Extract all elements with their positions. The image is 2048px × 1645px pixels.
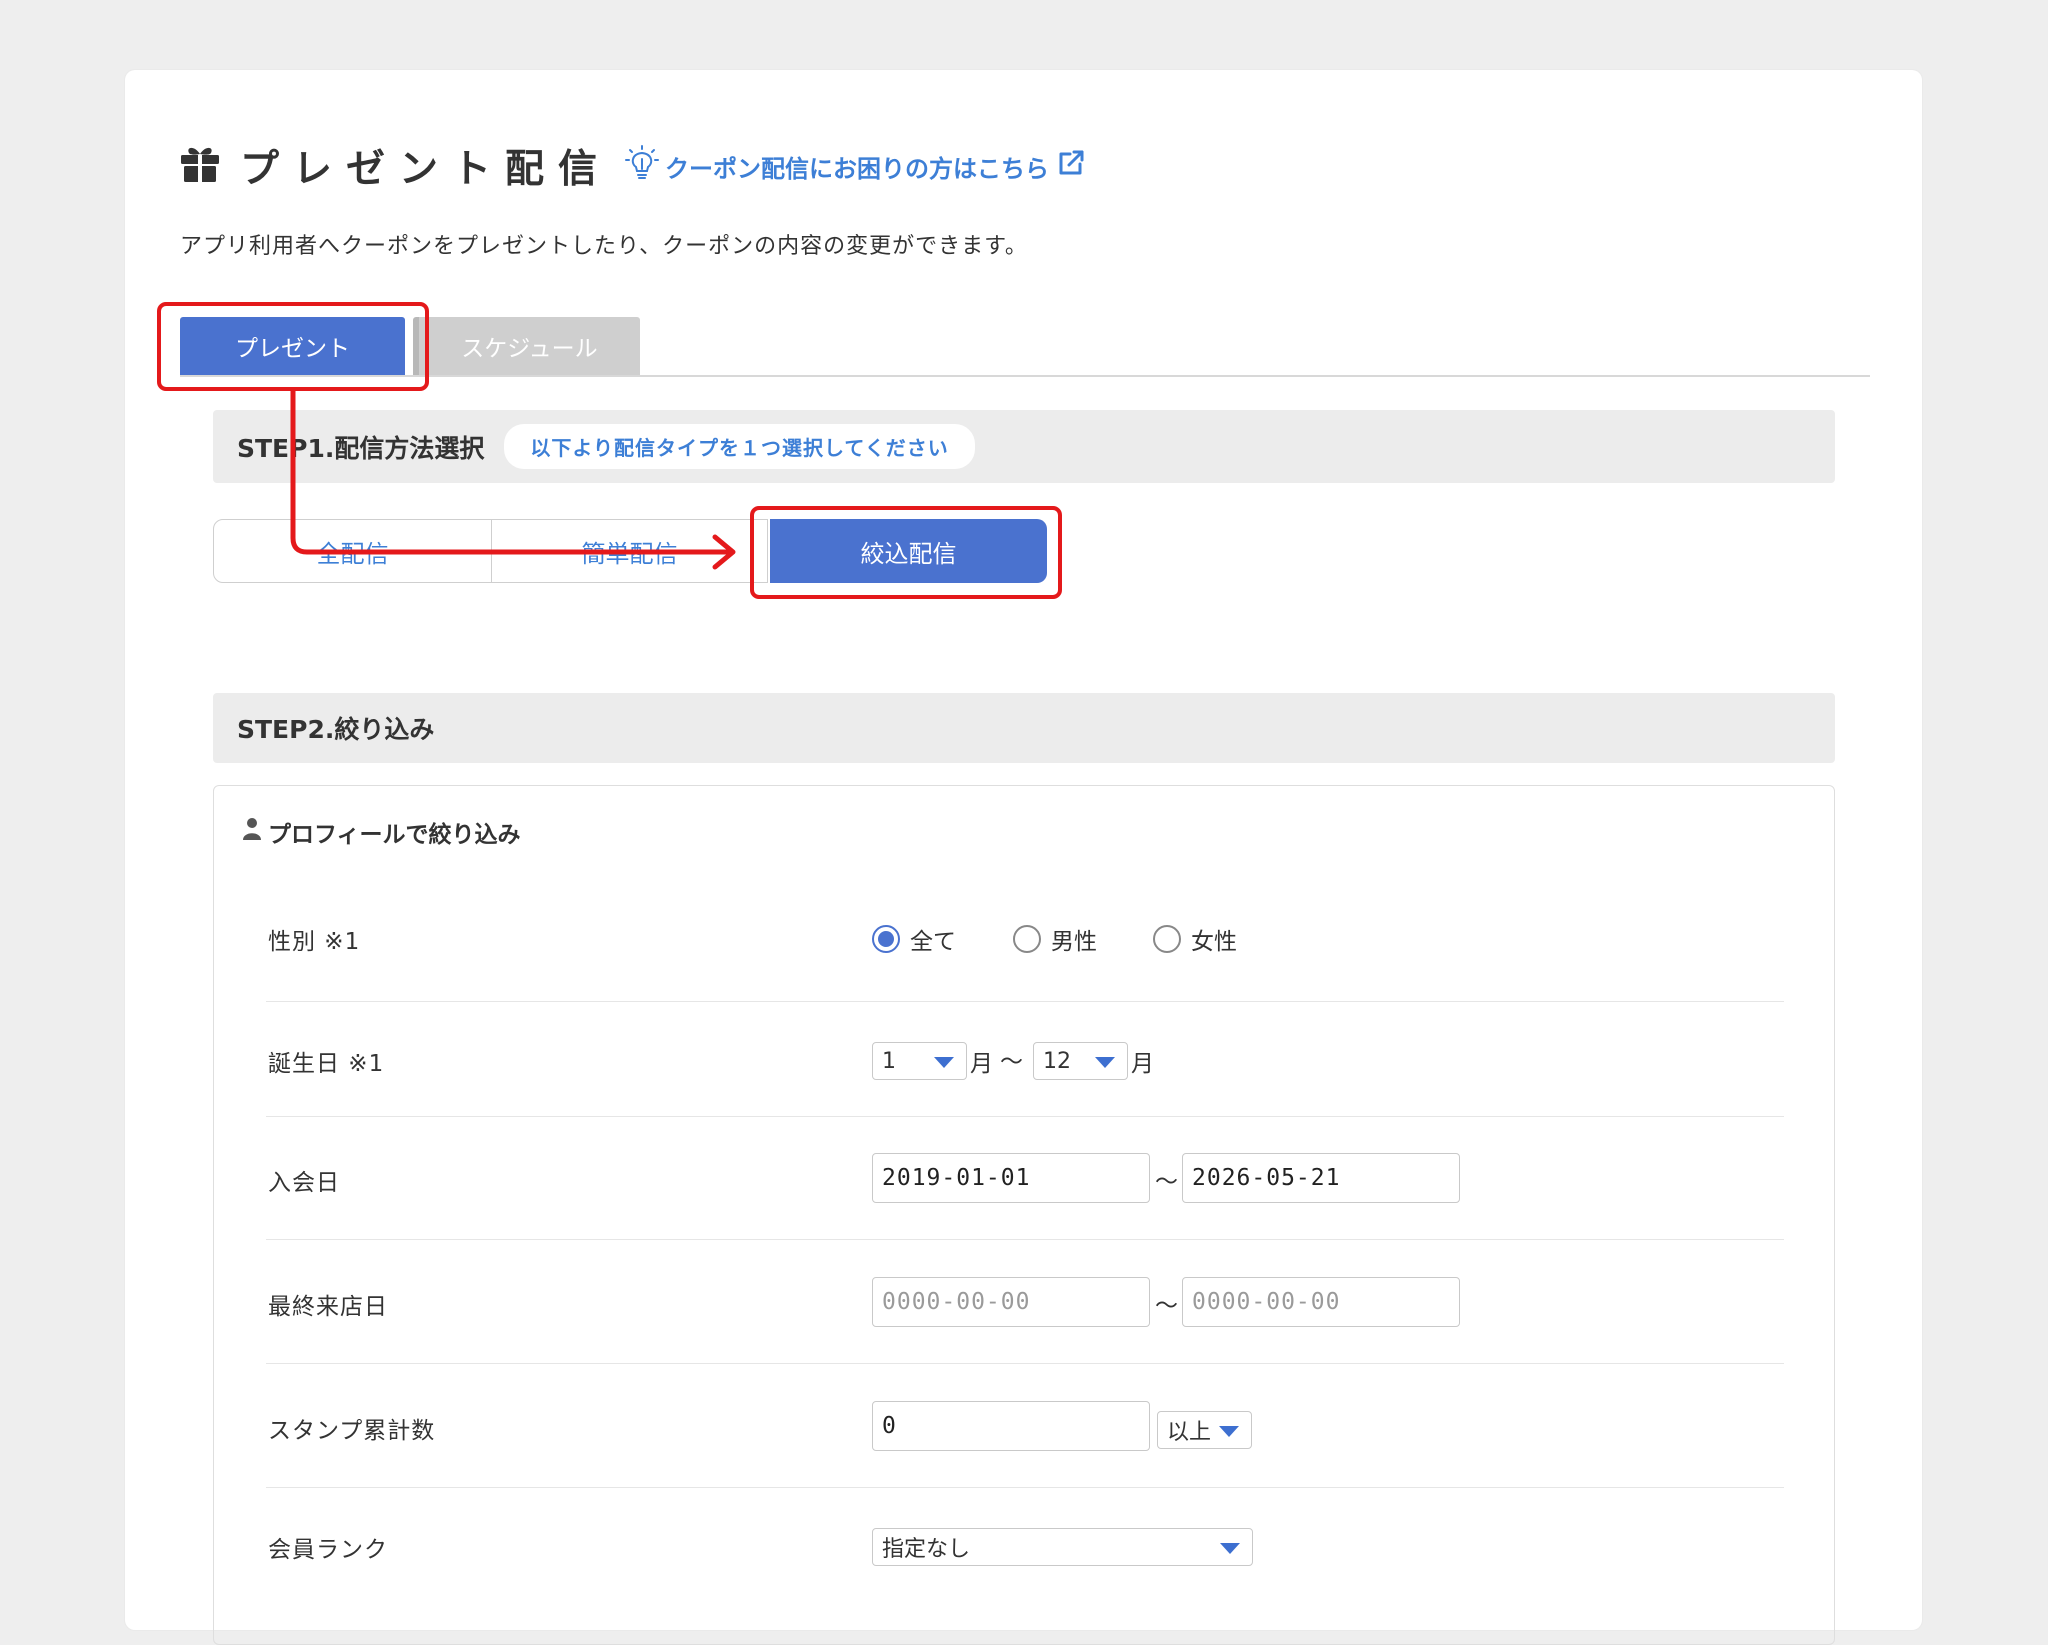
birthday-from-month: 月 [970, 1051, 993, 1077]
gender-radio-all[interactable]: 全て [872, 922, 956, 956]
row-divider [266, 1116, 1784, 1117]
step2-header: STEP2.絞り込み [213, 693, 1835, 763]
last-visit-label: 最終来店日 [268, 1294, 388, 1320]
gender-label: 性別 ※1 [268, 929, 361, 955]
chevron-down-icon [1219, 1426, 1239, 1437]
gender-radio-male[interactable]: 男性 [1013, 922, 1097, 956]
member-rank-label: 会員ランク [268, 1537, 388, 1563]
radio-unchecked-icon [1153, 925, 1181, 953]
last-visit-from-input[interactable]: 0000-00-00 [872, 1277, 1150, 1327]
profile-filter-panel [213, 785, 1835, 1645]
user-icon [242, 817, 262, 847]
last-visit-to-input[interactable]: 0000-00-00 [1182, 1277, 1460, 1327]
birthday-to-month: 月 [1131, 1051, 1154, 1077]
row-divider [266, 1363, 1784, 1364]
chevron-down-icon [934, 1057, 954, 1068]
stamp-condition-select[interactable]: 以上 [1157, 1411, 1252, 1449]
profile-filter-heading: プロフィールで絞り込み [242, 815, 521, 849]
birthday-to-select[interactable]: 12 [1033, 1042, 1128, 1080]
step2-title: STEP2.絞り込み [237, 715, 435, 744]
last-visit-range-sep: 〜 [1155, 1293, 1178, 1319]
stamp-total-label: スタンプ累計数 [268, 1418, 436, 1444]
stamp-total-input[interactable]: 0 [872, 1401, 1150, 1451]
radio-checked-icon [872, 925, 900, 953]
radio-unchecked-icon [1013, 925, 1041, 953]
row-divider [266, 1487, 1784, 1488]
gender-radio-female[interactable]: 女性 [1153, 922, 1237, 956]
join-date-to-input[interactable]: 2026-05-21 [1182, 1153, 1460, 1203]
member-rank-select[interactable]: 指定なし [872, 1528, 1253, 1566]
row-divider [266, 1239, 1784, 1240]
chevron-down-icon [1095, 1057, 1115, 1068]
join-date-from-input[interactable]: 2019-01-01 [872, 1153, 1150, 1203]
row-divider [266, 1001, 1784, 1002]
birthday-label: 誕生日 ※1 [268, 1051, 385, 1077]
profile-filter-title: プロフィールで絞り込み [268, 822, 521, 848]
birthday-range-sep: 〜 [1000, 1049, 1023, 1075]
birthday-from-select[interactable]: 1 [872, 1042, 967, 1080]
chevron-down-icon [1220, 1543, 1240, 1554]
join-date-label: 入会日 [268, 1170, 340, 1196]
join-date-range-sep: 〜 [1155, 1169, 1178, 1195]
